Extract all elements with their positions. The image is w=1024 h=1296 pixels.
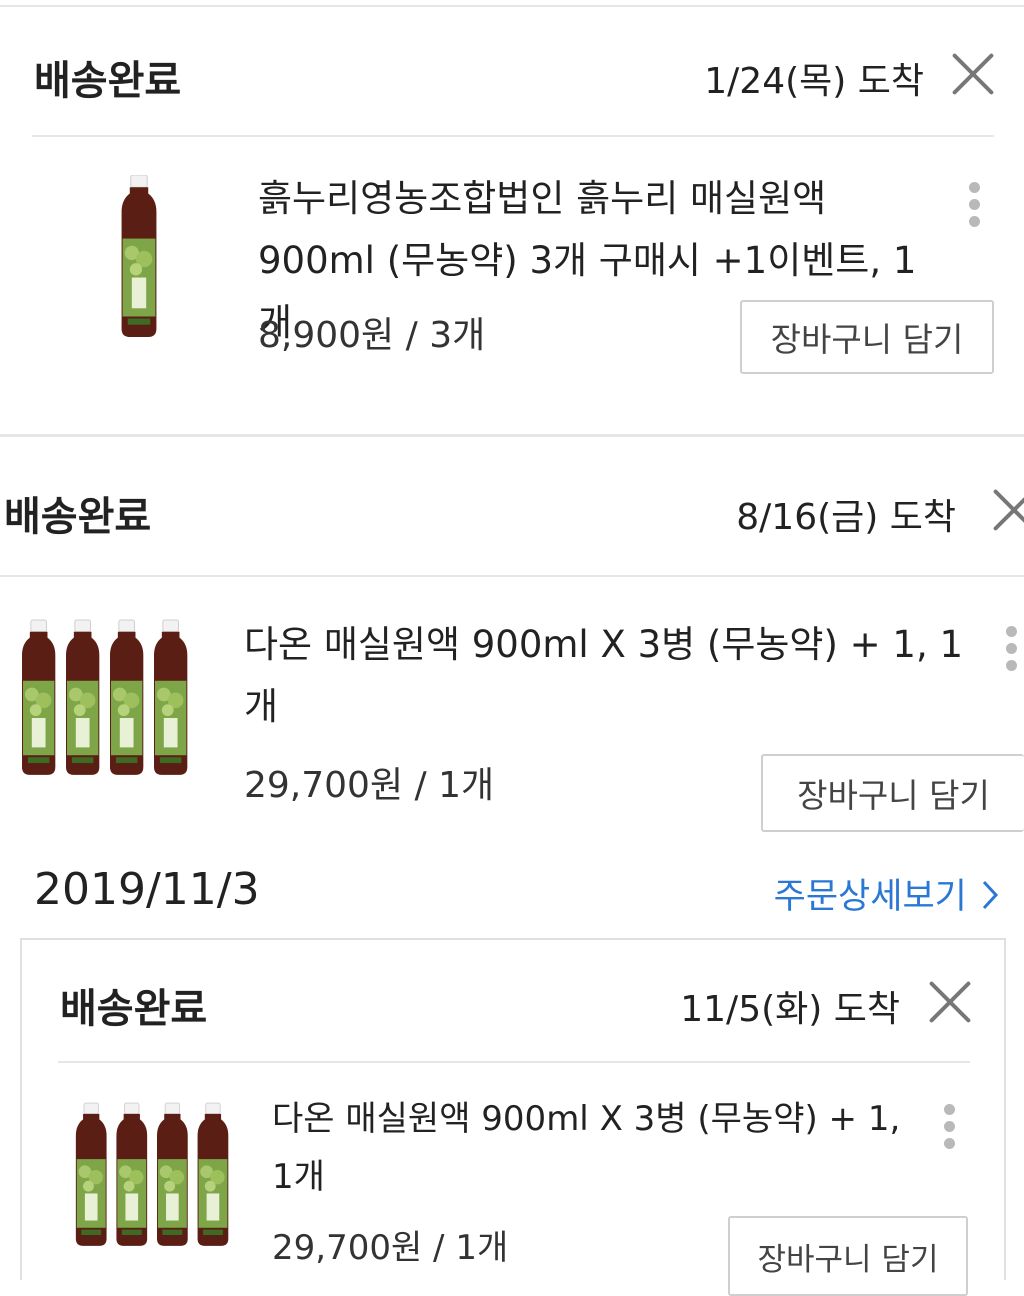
section-divider — [0, 434, 1024, 437]
more-options-icon[interactable] — [1004, 626, 1018, 674]
product-thumbnail[interactable] — [104, 175, 174, 337]
product-name[interactable]: 다온 매실원액 900ml X 3병 (무농약) + 1, 1개 — [244, 614, 984, 738]
product-thumbnail[interactable] — [74, 1100, 240, 1250]
arrival-date: 8/16(금) 도착 — [736, 497, 956, 538]
top-divider — [0, 5, 1024, 7]
order-card-3: 배송완료 11/5(화) 도착 다온 매실원액 900ml X 3병 (무농약)… — [20, 938, 1006, 1296]
more-options-icon[interactable] — [967, 182, 981, 230]
close-icon[interactable] — [928, 980, 972, 1024]
close-icon[interactable] — [951, 52, 995, 96]
product-price: 29,700원 / 1개 — [272, 1228, 509, 1268]
order-detail-link[interactable]: 주문상세보기 — [774, 868, 1000, 919]
close-icon[interactable] — [992, 488, 1024, 532]
add-to-cart-button[interactable]: 장바구니 담기 — [740, 300, 994, 374]
delivery-status: 배송완료 — [4, 494, 152, 540]
order-date: 2019/11/3 — [34, 864, 260, 915]
delivery-status: 배송완료 — [60, 986, 208, 1032]
arrival-date: 11/5(화) 도착 — [680, 989, 900, 1030]
more-options-icon[interactable] — [942, 1104, 956, 1152]
card-divider — [32, 135, 994, 137]
card-divider — [58, 1061, 970, 1063]
order-detail-label: 주문상세보기 — [773, 877, 967, 917]
add-to-cart-button[interactable]: 장바구니 담기 — [761, 754, 1024, 832]
product-name[interactable]: 다온 매실원액 900ml X 3병 (무농약) + 1, 1개 — [272, 1090, 932, 1206]
card-divider — [0, 575, 1024, 577]
delivery-status: 배송완료 — [34, 58, 182, 104]
product-price: 29,700원 / 1개 — [244, 765, 495, 806]
add-to-cart-button[interactable]: 장바구니 담기 — [728, 1216, 968, 1296]
product-thumbnail[interactable] — [20, 618, 200, 778]
product-price: 8,900원 / 3개 — [258, 315, 486, 356]
chevron-right-icon — [982, 880, 999, 910]
arrival-date: 1/24(목) 도착 — [704, 61, 924, 102]
